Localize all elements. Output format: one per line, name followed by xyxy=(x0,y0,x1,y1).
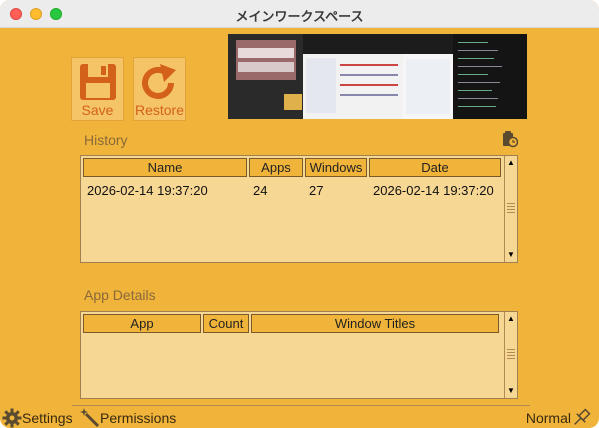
cell-name: 2026-02-14 19:37:20 xyxy=(87,183,208,198)
history-table[interactable]: Name Apps Windows Date 2026-02-14 19:37:… xyxy=(80,155,518,263)
history-scrollbar[interactable]: ▲ ▼ xyxy=(504,156,517,262)
settings-button[interactable]: Settings xyxy=(2,408,73,428)
pin-icon xyxy=(574,408,591,425)
scroll-down-arrow-icon[interactable]: ▼ xyxy=(505,386,517,396)
save-label: Save xyxy=(81,102,114,118)
mode-label: Normal xyxy=(525,410,571,426)
window-title: メインワークスペース xyxy=(235,9,364,24)
column-count[interactable]: Count xyxy=(203,314,249,333)
permissions-label: Permissions xyxy=(100,410,177,426)
restore-label: Restore xyxy=(134,102,185,118)
cell-date: 2026-02-14 19:37:20 xyxy=(373,183,494,198)
column-window-titles[interactable]: Window Titles xyxy=(251,314,499,333)
history-heading: History xyxy=(84,132,128,148)
column-windows[interactable]: Windows xyxy=(305,158,367,177)
save-button[interactable]: Save xyxy=(71,57,124,121)
scroll-down-arrow-icon[interactable]: ▼ xyxy=(505,250,517,260)
permissions-button[interactable]: Permissions xyxy=(80,408,176,428)
magic-wand-icon xyxy=(80,408,100,428)
settings-label: Settings xyxy=(22,410,73,426)
footer-bar: Settings Permissions Normal xyxy=(0,408,599,428)
app-window: メインワークスペース Save Restore History Name App… xyxy=(0,0,599,428)
clipboard-clock-icon[interactable] xyxy=(502,130,518,148)
app-details-table[interactable]: App Count Window Titles ▲ ▼ xyxy=(80,311,518,399)
app-details-table-header: App Count Window Titles xyxy=(83,314,501,333)
column-date[interactable]: Date xyxy=(369,158,501,177)
gear-icon xyxy=(2,408,22,428)
app-details-heading: App Details xyxy=(84,287,156,303)
refresh-arrow-icon xyxy=(141,64,176,99)
scroll-up-arrow-icon[interactable]: ▲ xyxy=(505,158,517,168)
scroll-up-arrow-icon[interactable]: ▲ xyxy=(505,314,517,324)
title-bar: メインワークスペース xyxy=(0,0,599,28)
column-apps[interactable]: Apps xyxy=(249,158,303,177)
workspace-preview-image xyxy=(228,34,527,119)
column-app[interactable]: App xyxy=(83,314,201,333)
cell-apps: 24 xyxy=(253,183,268,198)
restore-button[interactable]: Restore xyxy=(133,57,186,121)
cell-windows: 27 xyxy=(309,183,324,198)
mode-toggle[interactable]: Normal xyxy=(526,408,591,428)
history-table-header: Name Apps Windows Date xyxy=(83,158,503,177)
scroll-grip[interactable] xyxy=(507,203,515,215)
floppy-disk-icon xyxy=(79,64,116,100)
footer-divider xyxy=(72,405,530,406)
app-details-scrollbar[interactable]: ▲ ▼ xyxy=(504,312,517,398)
column-name[interactable]: Name xyxy=(83,158,247,177)
scroll-grip[interactable] xyxy=(507,349,515,361)
table-row[interactable]: 2026-02-14 19:37:20 24 27 2026-02-14 19:… xyxy=(83,182,499,200)
